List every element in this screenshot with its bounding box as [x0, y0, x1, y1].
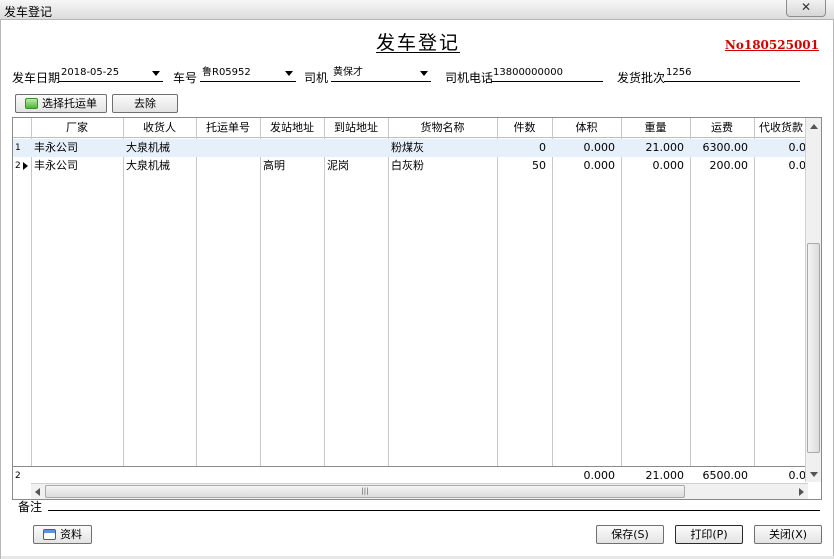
- column-header[interactable]: 发站地址: [260, 118, 324, 138]
- cell-waybill-no[interactable]: [196, 157, 260, 175]
- plate-select[interactable]: 鲁R05952: [200, 66, 296, 82]
- document-number: No180525001: [724, 38, 819, 52]
- cell-manufacturer[interactable]: 丰永公司: [31, 157, 123, 175]
- cell-volume[interactable]: 0.000: [552, 157, 621, 175]
- title-bar: 发车登记 ✕: [0, 0, 834, 20]
- cell-consignee[interactable]: 大泉机械: [123, 139, 196, 157]
- row-number: 2: [15, 161, 21, 171]
- window-title: 发车登记: [4, 5, 53, 19]
- driver-label: 司机: [304, 71, 329, 85]
- column-header[interactable]: 体积: [552, 118, 621, 138]
- cell-origin[interactable]: [260, 139, 324, 157]
- info-button[interactable]: 资料: [33, 525, 92, 544]
- summary-row-count: 2: [15, 471, 21, 481]
- cell-goods-name[interactable]: 粉煤灰: [388, 139, 497, 157]
- cell-weight[interactable]: 21.000: [621, 139, 690, 157]
- phone-input[interactable]: 13800000000: [491, 66, 603, 82]
- summary-row: 2 0.000 21.000 6500.00 0.0: [13, 466, 808, 484]
- cell-pieces[interactable]: 50: [497, 157, 552, 175]
- chevron-down-icon: [420, 71, 428, 76]
- table-row[interactable]: 2 丰永公司 大泉机械 高明 泥岗 白灰粉 50 0.000 0.000 200…: [13, 157, 808, 175]
- cell-waybill-no[interactable]: [196, 139, 260, 157]
- row-header-corner: [13, 118, 31, 138]
- plate-label: 车号: [173, 71, 198, 85]
- vertical-scrollbar[interactable]: [805, 118, 821, 482]
- column-header[interactable]: 重量: [621, 118, 690, 138]
- column-header[interactable]: 托运单号: [196, 118, 260, 138]
- cell-weight[interactable]: 0.000: [621, 157, 690, 175]
- window-close-button[interactable]: ✕: [786, 0, 826, 17]
- cell-freight[interactable]: 200.00: [690, 157, 754, 175]
- date-picker[interactable]: 2018-05-25: [59, 66, 163, 82]
- column-header[interactable]: 代收货款: [754, 118, 808, 138]
- select-icon: [25, 98, 38, 109]
- current-row-pointer-icon: [23, 162, 28, 170]
- cell-freight[interactable]: 6300.00: [690, 139, 754, 157]
- cell-consignee[interactable]: 大泉机械: [123, 157, 196, 175]
- print-button[interactable]: 打印(P): [675, 525, 743, 544]
- dispatch-window: 发车登记 No180525001 发车日期 2018-05-25 车号 鲁R05…: [0, 20, 834, 559]
- phone-label: 司机电话: [445, 71, 494, 85]
- row-number: 1: [15, 143, 21, 153]
- select-consignment-button[interactable]: 选择托运单: [15, 94, 107, 113]
- driver-select[interactable]: 黄保才: [331, 66, 431, 82]
- document-icon: [43, 529, 56, 540]
- scroll-right-icon[interactable]: [799, 488, 804, 496]
- column-header[interactable]: 收货人: [123, 118, 196, 138]
- batch-label: 发货批次: [617, 71, 666, 85]
- column-header[interactable]: 件数: [497, 118, 552, 138]
- remark-input[interactable]: [48, 510, 820, 511]
- horizontal-scrollbar[interactable]: |||: [31, 483, 808, 499]
- scroll-down-icon[interactable]: [810, 472, 818, 477]
- horizontal-scroll-thumb[interactable]: |||: [45, 485, 685, 498]
- cell-goods-name[interactable]: 白灰粉: [388, 157, 497, 175]
- cell-destination[interactable]: 泥岗: [324, 157, 388, 175]
- remove-button[interactable]: 去除: [112, 94, 178, 113]
- cell-cod[interactable]: 0.0: [754, 139, 808, 157]
- close-button[interactable]: 关闭(X): [754, 525, 822, 544]
- consignment-grid[interactable]: 厂家 收货人 托运单号 发站地址 到站地址 货物名称 件数 体积 重量 运费 代…: [12, 117, 822, 500]
- column-header[interactable]: 运费: [690, 118, 754, 138]
- date-label: 发车日期: [12, 71, 61, 85]
- vertical-scroll-thumb[interactable]: [807, 243, 820, 453]
- scroll-up-icon[interactable]: [810, 124, 818, 129]
- cell-destination[interactable]: [324, 139, 388, 157]
- form-heading: 发车登记: [375, 32, 460, 54]
- cell-pieces[interactable]: 0: [497, 139, 552, 157]
- cell-volume[interactable]: 0.000: [552, 139, 621, 157]
- cell-cod[interactable]: 0.0: [754, 157, 808, 175]
- column-header[interactable]: 到站地址: [324, 118, 388, 138]
- batch-input[interactable]: 1256: [664, 66, 800, 82]
- column-header[interactable]: 货物名称: [388, 118, 497, 138]
- chevron-down-icon: [152, 71, 160, 76]
- scroll-left-icon[interactable]: [35, 488, 40, 496]
- column-header[interactable]: 厂家: [31, 118, 123, 138]
- save-button[interactable]: 保存(S): [596, 525, 664, 544]
- chevron-down-icon: [285, 71, 293, 76]
- cell-origin[interactable]: 高明: [260, 157, 324, 175]
- table-row[interactable]: 1 丰永公司 大泉机械 粉煤灰 0 0.000 21.000 6300.00 0…: [13, 139, 808, 157]
- cell-manufacturer[interactable]: 丰永公司: [31, 139, 123, 157]
- remark-label: 备注: [18, 500, 43, 514]
